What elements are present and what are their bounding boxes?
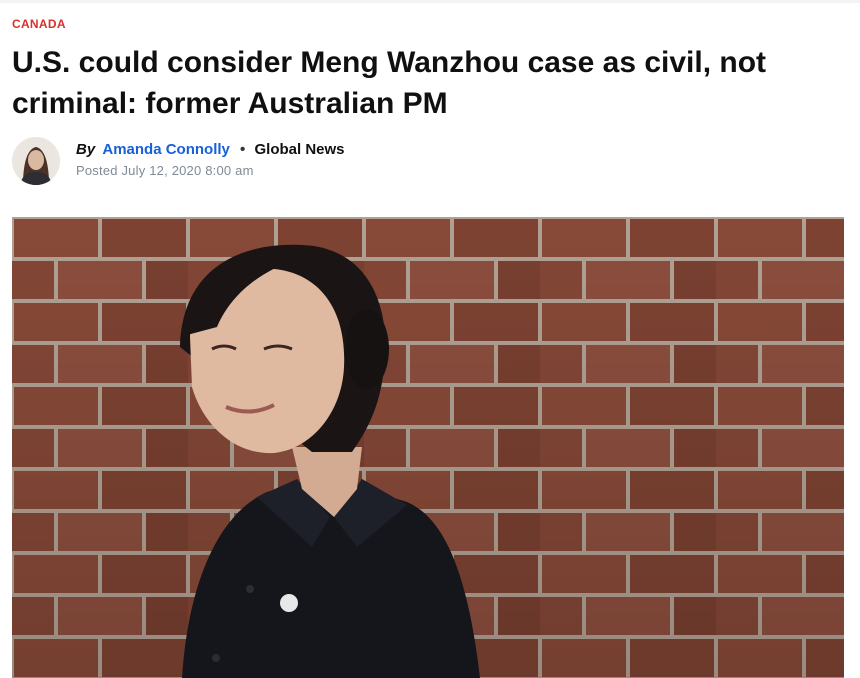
- hero-image[interactable]: [12, 217, 844, 678]
- byline: By Amanda Connolly • Global News Posted …: [12, 137, 512, 187]
- byline-author-line: By Amanda Connolly • Global News: [76, 141, 345, 158]
- author-link[interactable]: Amanda Connolly: [102, 141, 230, 158]
- byline-text: By Amanda Connolly • Global News Posted …: [76, 141, 345, 178]
- brooch: [280, 594, 298, 612]
- posted-date: Posted July 12, 2020 8:00 am: [76, 163, 254, 178]
- author-avatar[interactable]: [12, 137, 60, 185]
- byline-separator: •: [240, 141, 246, 158]
- by-label: By: [76, 141, 96, 158]
- outlet-name: Global News: [254, 141, 345, 158]
- hero-photo-illustration: [12, 217, 844, 678]
- top-divider: [0, 0, 860, 3]
- article-headline: U.S. could consider Meng Wanzhou case as…: [12, 46, 767, 120]
- category-link[interactable]: CANADA: [12, 17, 66, 31]
